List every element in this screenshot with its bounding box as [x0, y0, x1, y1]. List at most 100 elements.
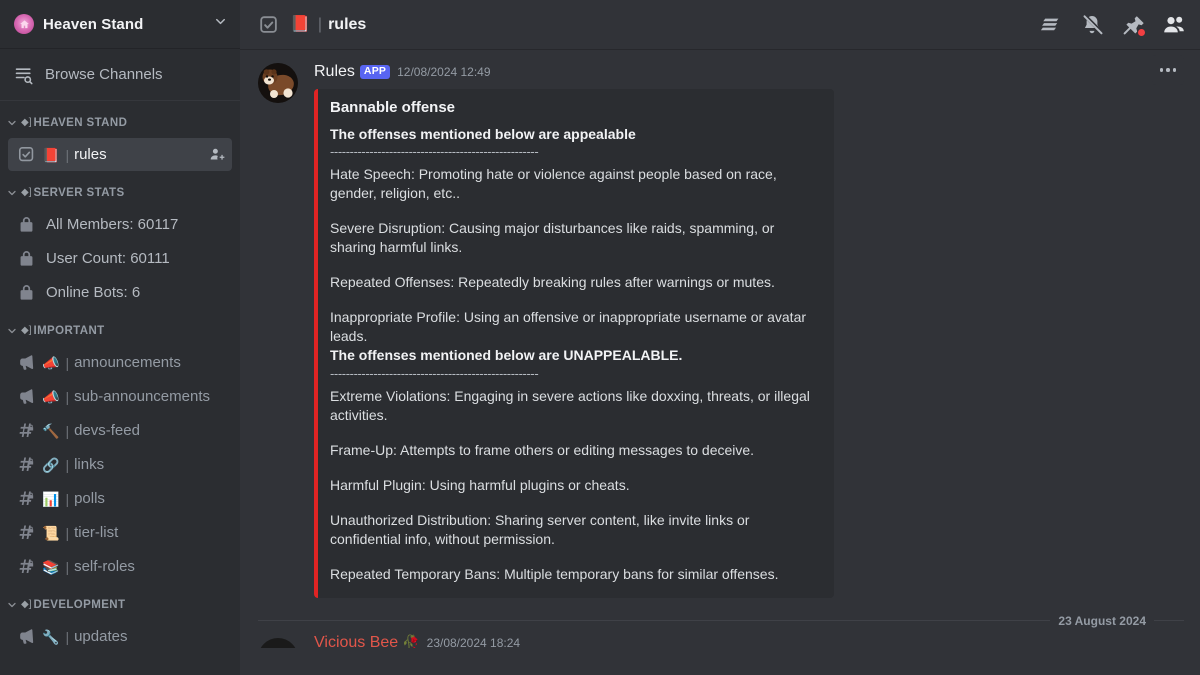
category-header[interactable]: ◆] HEAVEN STAND	[0, 109, 240, 137]
sidebar-item-label: updates	[74, 628, 128, 645]
embed-rule-item: Hate Speech: Promoting hate or violence …	[330, 166, 777, 202]
locked-text-channel-icon	[16, 455, 37, 474]
sidebar-item-label: self-roles	[74, 558, 135, 575]
sidebar-item-all-members-60117[interactable]: All Members: 60117	[8, 208, 232, 241]
sidebar-item-updates[interactable]: 🔧 | updates	[8, 620, 232, 653]
channel-header-actions	[1039, 13, 1186, 37]
sidebar-item-label: devs-feed	[74, 422, 140, 439]
add-members-icon[interactable]	[209, 146, 226, 163]
server-header[interactable]: Heaven Stand	[0, 0, 240, 49]
sidebar-item-label: User Count: 60111	[46, 250, 170, 267]
divider-line-right	[1154, 620, 1184, 622]
locked-text-channel-icon	[16, 421, 37, 440]
sidebar-item-user-count-60111[interactable]: User Count: 60111	[8, 242, 232, 275]
category-emoji: ◆]	[21, 187, 32, 198]
announcement-channel-icon	[16, 387, 37, 406]
channel-emoji: 📕	[42, 146, 60, 163]
pinned-badge	[1137, 27, 1146, 37]
date-divider-label: 23 August 2024	[1058, 613, 1146, 628]
message-author[interactable]: Rules	[314, 63, 355, 81]
category-header[interactable]: ◆] IMPORTANT	[0, 317, 240, 345]
category-name: HEAVEN STAND	[33, 117, 128, 129]
channel-title: rules	[328, 15, 367, 33]
lock-icon	[16, 249, 37, 268]
channel-separator: |	[65, 422, 70, 439]
discord-app: Heaven Stand Browse Channels ◆] HEAVEN ST…	[0, 0, 1200, 675]
channel-list[interactable]: ◆] HEAVEN STAND 📕 | rules ◆] SERVER STATS All M…	[0, 101, 240, 675]
channel-header: 📕 | rules	[240, 0, 1200, 49]
pinned-messages-icon[interactable]	[1121, 13, 1146, 37]
notifications-muted-icon[interactable]	[1080, 13, 1104, 37]
category-name: SERVER STATS	[33, 187, 125, 199]
channel-emoji: 🔨	[42, 422, 60, 439]
category-header[interactable]: ◆] DEVELOPMENT	[0, 591, 240, 619]
member-list-icon[interactable]	[1162, 13, 1186, 37]
message-header: Vicious Bee 🥀 23/08/2024 18:24	[314, 634, 520, 648]
channel-emoji: 📊	[42, 490, 60, 507]
sidebar-item-polls[interactable]: 📊 | polls	[8, 482, 232, 515]
message-body: Rules APP 12/08/2024 12:49 Bannable offe…	[314, 61, 1152, 598]
channel-separator: |	[65, 456, 70, 473]
channel-emoji: 📚	[42, 558, 60, 575]
avatar[interactable]	[258, 63, 298, 103]
embed-rule-item: Frame-Up: Attempts to frame others or ed…	[330, 441, 755, 458]
sidebar-item-links[interactable]: 🔗 | links	[8, 448, 232, 481]
more-options-icon[interactable]	[1152, 55, 1184, 85]
sidebar-item-label: Online Bots: 6	[46, 284, 141, 301]
announcement-channel-icon	[16, 353, 37, 372]
channel-separator: |	[65, 628, 70, 645]
server-name: Heaven Stand	[43, 15, 144, 33]
embed-section-two-items: Extreme Violations: Engaging in severe a…	[330, 387, 818, 584]
rules-channel-icon	[258, 14, 280, 36]
embed-rule-item: Repeated Offenses: Repeatedly breaking r…	[330, 274, 775, 291]
sidebar-item-devs-feed[interactable]: 🔨 | devs-feed	[8, 414, 232, 447]
sidebar-item-label: rules	[74, 146, 107, 163]
sidebar-item-label: links	[74, 456, 105, 473]
announcement-channel-icon	[16, 627, 37, 646]
sidebar-item-rules[interactable]: 📕 | rules	[8, 138, 232, 171]
embed-title: Bannable offense	[330, 99, 456, 116]
avatar[interactable]	[258, 637, 298, 648]
channel-separator: |	[65, 354, 70, 371]
channel-separator: |	[65, 388, 70, 405]
sidebar-item-sub-announcements[interactable]: 📣 | sub-announcements	[8, 380, 232, 413]
sidebar-item-label: polls	[74, 490, 105, 507]
sidebar-item-label: announcements	[74, 354, 181, 371]
browse-channels-button[interactable]: Browse Channels	[0, 49, 240, 101]
embed-divider-two: ----------------------------------------…	[330, 366, 539, 380]
lock-icon	[16, 283, 37, 302]
embed-rule-item: Harmful Plugin: Using harmful plugins or…	[330, 476, 630, 493]
embed-rule-item: Extreme Violations: Engaging in severe a…	[330, 387, 810, 423]
embed-section-two-heading: The offenses mentioned below are UNAPPEA…	[330, 347, 683, 364]
locked-text-channel-icon	[16, 523, 37, 542]
chevron-down-icon	[6, 599, 18, 611]
sidebar-item-online-bots-6[interactable]: Online Bots: 6	[8, 276, 232, 309]
channel-separator: |	[65, 558, 70, 575]
threads-icon[interactable]	[1039, 13, 1063, 37]
category-header[interactable]: ◆] SERVER STATS	[0, 179, 240, 207]
channel-emoji: 📜	[42, 524, 60, 541]
channel-separator: |	[65, 524, 70, 541]
locked-text-channel-icon	[16, 557, 37, 576]
embed-section-one-heading: The offenses mentioned below are appeala…	[330, 126, 636, 142]
sidebar-item-announcements[interactable]: 📣 | announcements	[8, 346, 232, 379]
sidebar-item-tier-list[interactable]: 📜 | tier-list	[8, 516, 232, 549]
home-icon	[14, 14, 34, 34]
embed-section-one-items: Hate Speech: Promoting hate or violence …	[330, 165, 818, 346]
channel-separator: |	[317, 15, 323, 33]
message-timestamp: 12/08/2024 12:49	[397, 65, 491, 79]
sidebar-item-label: tier-list	[74, 524, 119, 541]
chevron-down-icon[interactable]	[213, 14, 228, 34]
category-emoji: ◆]	[21, 325, 32, 336]
message-list[interactable]: Rules APP 12/08/2024 12:49 Bannable offe…	[240, 49, 1200, 675]
message-author[interactable]: Vicious Bee	[314, 634, 398, 648]
embed-divider-one: ----------------------------------------…	[330, 145, 539, 159]
embed-rule-item: Unauthorized Distribution: Sharing serve…	[330, 511, 750, 547]
channel-sidebar: Heaven Stand Browse Channels ◆] HEAVEN ST…	[0, 0, 240, 675]
chevron-down-icon	[6, 117, 18, 129]
locked-text-channel-icon	[16, 489, 37, 508]
message-rules: Rules APP 12/08/2024 12:49 Bannable offe…	[240, 55, 1200, 598]
category-emoji: ◆]	[21, 599, 32, 610]
sidebar-item-self-roles[interactable]: 📚 | self-roles	[8, 550, 232, 583]
embed-rule-item: Repeated Temporary Bans: Multiple tempor…	[330, 565, 779, 582]
